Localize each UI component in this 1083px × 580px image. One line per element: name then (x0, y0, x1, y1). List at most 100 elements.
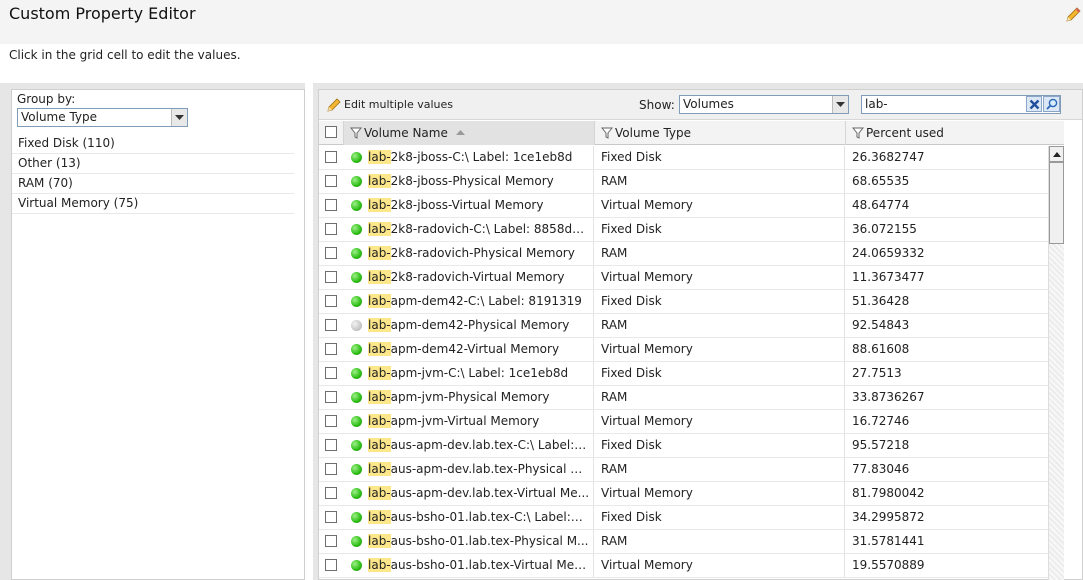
table-row[interactable]: lab-apm-dem42-Physical Memory RAM 92.54843 (319, 314, 1048, 338)
column-header-percent-used[interactable]: Percent used (846, 121, 1064, 145)
percent-used-cell[interactable]: 51.36428 (846, 290, 1048, 313)
row-checkbox[interactable] (325, 343, 337, 355)
volume-name-cell[interactable]: lab-aus-bsho-01.lab.tex-C:\ Label:O... (344, 506, 594, 529)
volume-type-cell[interactable]: RAM (595, 458, 845, 481)
row-checkbox[interactable] (325, 391, 337, 403)
percent-used-cell[interactable]: 81.7980042 (846, 482, 1048, 505)
volume-type-cell[interactable]: Fixed Disk (595, 434, 845, 457)
filter-icon[interactable] (601, 127, 613, 139)
percent-used-cell[interactable]: 16.72746 (846, 410, 1048, 433)
group-item-ram[interactable]: RAM (70) (12, 174, 294, 194)
percent-used-cell[interactable]: 11.3673477 (846, 266, 1048, 289)
table-row[interactable]: lab-apm-dem42-Virtual Memory Virtual Memo… (319, 338, 1048, 362)
volume-type-cell[interactable]: Virtual Memory (595, 554, 845, 577)
percent-used-cell[interactable]: 36.072155 (846, 218, 1048, 241)
group-item-fixed-disk[interactable]: Fixed Disk (110) (12, 134, 294, 154)
percent-used-cell[interactable]: 92.54843 (846, 314, 1048, 337)
volume-name-cell[interactable]: lab-aus-apm-dev.lab.tex-Physical M... (344, 458, 594, 481)
scroll-thumb[interactable] (1049, 162, 1064, 244)
percent-used-cell[interactable]: 31.5781441 (846, 530, 1048, 553)
table-row[interactable]: lab-2k8-radovich-Physical Memory RAM 24.06… (319, 242, 1048, 266)
group-item-other[interactable]: Other (13) (12, 154, 294, 174)
volume-name-cell[interactable]: lab-aus-apm-dev.lab.tex-C:\ Label: 8... (344, 434, 594, 457)
chevron-down-icon[interactable] (171, 109, 187, 126)
filter-icon[interactable] (852, 127, 864, 139)
row-checkbox[interactable] (325, 511, 337, 523)
volume-name-cell[interactable]: lab-aus-apm-dev.lab.tex-Virtual Me... (344, 482, 594, 505)
row-checkbox[interactable] (325, 319, 337, 331)
row-checkbox[interactable] (325, 247, 337, 259)
table-row[interactable]: lab-apm-jvm-C:\ Label: 1ce1eb8d Fixed Dis… (319, 362, 1048, 386)
table-row[interactable]: lab-apm-dem42-C:\ Label: 8191319 Fixed Di… (319, 290, 1048, 314)
table-row[interactable]: lab-apm-jvm-Physical Memory RAM 33.8736267 (319, 386, 1048, 410)
volume-name-cell[interactable]: lab-apm-jvm-C:\ Label: 1ce1eb8d (344, 362, 594, 385)
volume-name-cell[interactable]: lab-apm-jvm-Virtual Memory (344, 410, 594, 433)
row-checkbox[interactable] (325, 559, 337, 571)
percent-used-cell[interactable]: 95.57218 (846, 434, 1048, 457)
table-row[interactable]: lab-aus-bsho-01.lab.tex-Physical M... RAM… (319, 530, 1048, 554)
row-checkbox[interactable] (325, 367, 337, 379)
table-row[interactable]: lab-aus-apm-dev.lab.tex-C:\ Label: 8... F… (319, 434, 1048, 458)
volume-type-cell[interactable]: RAM (595, 314, 845, 337)
percent-used-cell[interactable]: 48.64774 (846, 194, 1048, 217)
volume-type-cell[interactable]: Virtual Memory (595, 338, 845, 361)
volume-name-cell[interactable]: lab-apm-dem42-Physical Memory (344, 314, 594, 337)
row-checkbox[interactable] (325, 199, 337, 211)
volume-name-cell[interactable]: lab-2k8-jboss-Virtual Memory (344, 194, 594, 217)
volume-name-cell[interactable]: lab-aus-bsho-01.lab.tex-Physical M... (344, 530, 594, 553)
percent-used-cell[interactable]: 88.61608 (846, 338, 1048, 361)
percent-used-cell[interactable]: 24.0659332 (846, 242, 1048, 265)
row-checkbox[interactable] (325, 271, 337, 283)
percent-used-cell[interactable]: 26.3682747 (846, 146, 1048, 169)
row-checkbox[interactable] (325, 463, 337, 475)
volume-name-cell[interactable]: lab-2k8-radovich-Virtual Memory (344, 266, 594, 289)
percent-used-cell[interactable]: 77.83046 (846, 458, 1048, 481)
volume-name-cell[interactable]: lab-2k8-radovich-Physical Memory (344, 242, 594, 265)
row-checkbox[interactable] (325, 151, 337, 163)
table-row[interactable]: lab-aus-bsho-01.lab.tex-Virtual Mem... Vi… (319, 554, 1048, 578)
column-header-volume-type[interactable]: Volume Type (595, 121, 846, 145)
volume-type-cell[interactable]: RAM (595, 170, 845, 193)
group-by-select[interactable]: Volume Type (17, 108, 188, 127)
volume-name-cell[interactable]: lab-2k8-radovich-C:\ Label: 8858dcbc (344, 218, 594, 241)
group-item-virtual-memory[interactable]: Virtual Memory (75) (12, 194, 294, 214)
volume-type-cell[interactable]: RAM (595, 530, 845, 553)
chevron-down-icon[interactable] (832, 96, 848, 113)
row-checkbox[interactable] (325, 175, 337, 187)
volume-type-cell[interactable]: Virtual Memory (595, 266, 845, 289)
volume-name-cell[interactable]: lab-2k8-jboss-C:\ Label: 1ce1eb8d (344, 146, 594, 169)
pencil-icon[interactable] (1064, 6, 1082, 24)
volume-type-cell[interactable]: Fixed Disk (595, 218, 845, 241)
volume-name-cell[interactable]: lab-aus-bsho-01.lab.tex-Virtual Mem... (344, 554, 594, 577)
row-checkbox[interactable] (325, 487, 337, 499)
percent-used-cell[interactable]: 68.65535 (846, 170, 1048, 193)
volume-type-cell[interactable]: Virtual Memory (595, 194, 845, 217)
volume-type-cell[interactable]: Fixed Disk (595, 506, 845, 529)
edit-multiple-values-button[interactable]: Edit multiple values (327, 97, 453, 112)
volume-type-cell[interactable]: RAM (595, 386, 845, 409)
table-row[interactable]: lab-aus-bsho-01.lab.tex-C:\ Label:O... Fi… (319, 506, 1048, 530)
column-header-volume-name[interactable]: Volume Name (344, 121, 595, 145)
table-row[interactable]: lab-2k8-jboss-Virtual Memory Virtual Memo… (319, 194, 1048, 218)
row-checkbox[interactable] (325, 439, 337, 451)
select-all-checkbox[interactable] (325, 126, 337, 138)
table-row[interactable]: lab-2k8-jboss-C:\ Label: 1ce1eb8d Fixed D… (319, 146, 1048, 170)
volume-name-cell[interactable]: lab-apm-dem42-Virtual Memory (344, 338, 594, 361)
table-row[interactable]: lab-aus-apm-dev.lab.tex-Physical M... RAM… (319, 458, 1048, 482)
percent-used-cell[interactable]: 33.8736267 (846, 386, 1048, 409)
show-select[interactable]: Volumes (679, 95, 849, 114)
volume-type-cell[interactable]: Fixed Disk (595, 290, 845, 313)
percent-used-cell[interactable]: 19.5570889 (846, 554, 1048, 577)
volume-type-cell[interactable]: Fixed Disk (595, 362, 845, 385)
volume-type-cell[interactable]: Virtual Memory (595, 410, 845, 433)
filter-icon[interactable] (350, 127, 362, 139)
row-checkbox[interactable] (325, 415, 337, 427)
table-row[interactable]: lab-apm-jvm-Virtual Memory Virtual Memory… (319, 410, 1048, 434)
search-button[interactable] (1043, 96, 1060, 112)
row-checkbox[interactable] (325, 295, 337, 307)
vertical-scrollbar[interactable] (1048, 146, 1064, 580)
clear-search-button[interactable] (1026, 96, 1042, 112)
percent-used-cell[interactable]: 27.7513 (846, 362, 1048, 385)
volume-type-cell[interactable]: Virtual Memory (595, 482, 845, 505)
volume-name-cell[interactable]: lab-2k8-jboss-Physical Memory (344, 170, 594, 193)
